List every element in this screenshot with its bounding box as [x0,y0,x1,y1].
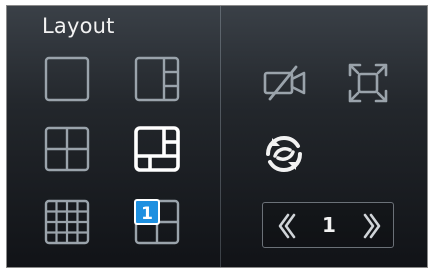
camera-off-icon [263,65,306,101]
panel-divider [220,6,221,267]
layout-badge-number: 1 [141,204,153,224]
layout-picture-in-picture-button[interactable]: 1 [133,198,181,246]
page-number: 1 [322,213,336,237]
layout-grid-16-icon [44,199,90,245]
layout-one-plus-three-button[interactable] [133,55,181,103]
page-selector: 1 [262,202,394,248]
refresh-button[interactable] [260,130,308,178]
panel-title: Layout [42,14,115,38]
layout-panel: Layout 1 1 [6,5,428,268]
layout-quad-icon [44,126,90,172]
layout-grid-16-button[interactable] [43,198,91,246]
prev-page-button[interactable] [275,211,299,241]
layout-one-plus-five-icon [134,126,180,172]
fullscreen-icon [348,63,388,103]
fullscreen-button[interactable] [344,59,392,107]
layout-one-plus-five-button[interactable] [133,125,181,173]
refresh-icon [266,135,302,173]
layout-picture-in-picture-icon: 1 [134,199,180,245]
layout-single-button[interactable] [43,55,91,103]
layout-quad-button[interactable] [43,125,91,173]
double-chevron-left-icon [278,213,296,239]
layout-one-plus-three-icon [134,56,180,102]
layout-single-icon [44,56,90,102]
camera-off-button[interactable] [261,59,309,107]
double-chevron-right-icon [363,213,381,239]
next-page-button[interactable] [360,211,384,241]
